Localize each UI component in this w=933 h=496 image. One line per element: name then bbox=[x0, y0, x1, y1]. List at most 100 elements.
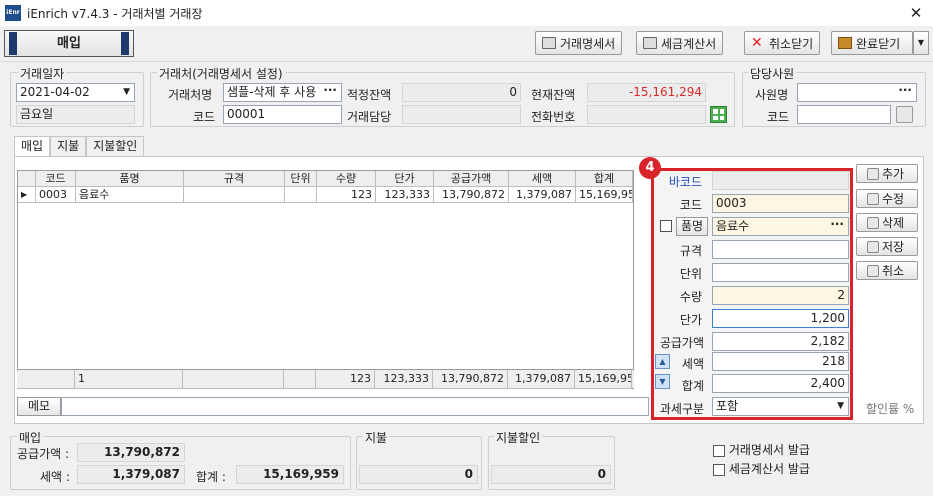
edit-button[interactable]: 수정 bbox=[856, 189, 918, 208]
column-header[interactable]: 합계 bbox=[576, 171, 633, 187]
pencil-icon bbox=[867, 192, 879, 205]
quantity-input[interactable]: 2 bbox=[712, 286, 849, 305]
staff-code-input[interactable] bbox=[797, 105, 891, 124]
column-header[interactable]: 규격 bbox=[184, 171, 285, 187]
unit-input[interactable] bbox=[712, 263, 849, 282]
delete-button[interactable]: 삭제 bbox=[856, 213, 918, 232]
book-icon bbox=[838, 37, 852, 49]
phone-label: 전화번호 bbox=[531, 110, 576, 124]
summary-total-value: 15,169,959 bbox=[236, 465, 344, 484]
tab-purchase[interactable]: 매입 bbox=[14, 136, 51, 157]
client-manager-field bbox=[402, 105, 521, 124]
item-name-field[interactable]: 음료수 ··· bbox=[712, 217, 849, 236]
summary-total-label: 합계 : bbox=[196, 470, 226, 484]
column-header[interactable]: 단가 bbox=[376, 171, 434, 187]
cancel-close-button[interactable]: ✕ 취소닫기 bbox=[744, 31, 821, 55]
mode-indicator: 매입 bbox=[4, 30, 134, 57]
printer-icon bbox=[542, 37, 556, 49]
phone-field bbox=[587, 105, 706, 124]
column-header[interactable]: 세액 bbox=[509, 171, 576, 187]
client-code-input[interactable]: 00001 bbox=[223, 105, 342, 124]
item-grid[interactable]: 코드 품명 규격 단위 수량 단가 공급가액 세액 합계 ▶ 0003 음료수 … bbox=[17, 170, 634, 389]
memo-input[interactable] bbox=[61, 397, 649, 416]
issue-statement-checkbox[interactable]: 거래명세서 발급 bbox=[713, 441, 810, 458]
barcode-input[interactable] bbox=[712, 171, 849, 190]
memo-button[interactable]: 메모 bbox=[17, 397, 61, 416]
trade-date-select[interactable]: 2021-04-02 ▼ bbox=[16, 83, 135, 102]
discount-value: 0 bbox=[491, 465, 611, 484]
cancel-button[interactable]: 취소 bbox=[856, 261, 918, 280]
client-code-label: 코드 bbox=[193, 110, 216, 124]
price-input[interactable]: 1,200 bbox=[712, 309, 849, 328]
callout-badge: 4 bbox=[639, 157, 661, 179]
supply-amount-label: 공급가액 bbox=[659, 336, 704, 350]
unit-label: 단위 bbox=[679, 267, 702, 281]
discount-summary-label: 지불할인 bbox=[494, 429, 543, 446]
total-input[interactable]: 2,400 bbox=[712, 374, 849, 393]
client-group-label: 거래처(거래명세서 설정) bbox=[157, 65, 285, 82]
statement-button[interactable]: 거래명세서 bbox=[535, 31, 623, 55]
tax-type-select[interactable]: 포함 ▼ bbox=[712, 397, 849, 416]
save-icon bbox=[867, 240, 879, 253]
database-icon[interactable] bbox=[896, 106, 913, 123]
tab-payment[interactable]: 지불 bbox=[50, 136, 87, 156]
complete-close-button[interactable]: 완료닫기 bbox=[831, 31, 913, 55]
tab-bar: 매입 지불 지불할인 bbox=[14, 136, 145, 157]
column-header[interactable]: 품명 bbox=[76, 171, 184, 187]
grid-footer: 1 123 123,333 13,790,872 1,379,087 15,16… bbox=[17, 369, 634, 389]
tab-payment-discount[interactable]: 지불할인 bbox=[86, 136, 145, 156]
summary-tax-value: 1,379,087 bbox=[77, 465, 185, 484]
arrow-up-icon[interactable]: ▲ bbox=[655, 354, 670, 369]
summary-supply-value: 13,790,872 bbox=[77, 443, 185, 462]
grid-header: 코드 품명 규격 단위 수량 단가 공급가액 세액 합계 bbox=[18, 171, 633, 187]
column-header[interactable]: 코드 bbox=[36, 171, 76, 187]
chevron-down-icon: ▼ bbox=[123, 87, 130, 97]
app-logo-icon: iEnr bbox=[5, 5, 21, 21]
discount-rate-label: 할인률 % bbox=[866, 402, 915, 416]
chevron-down-icon[interactable]: ▼ bbox=[913, 31, 929, 55]
tax-label: 세액 bbox=[681, 357, 704, 371]
add-button[interactable]: 추가 bbox=[856, 164, 918, 183]
total-label: 합계 bbox=[681, 379, 704, 393]
tax-invoice-button[interactable]: 세금계산서 bbox=[636, 31, 724, 55]
supply-amount-input[interactable]: 2,182 bbox=[712, 332, 849, 351]
trade-date-group-label: 거래일자 bbox=[18, 65, 67, 82]
ellipsis-icon[interactable]: ··· bbox=[323, 84, 337, 99]
table-row[interactable]: ▶ 0003 음료수 123 123,333 13,790,872 1,379,… bbox=[18, 187, 633, 203]
item-name-button[interactable]: 품명 bbox=[676, 217, 708, 236]
save-button[interactable]: 저장 bbox=[856, 237, 918, 256]
payment-value: 0 bbox=[359, 465, 478, 484]
barcode-label[interactable]: 바코드 bbox=[660, 173, 702, 190]
client-name-field[interactable]: 샘플-삭제 후 사용 ··· bbox=[223, 83, 342, 102]
cancel-x-icon: ✕ bbox=[751, 35, 763, 51]
spec-label: 규격 bbox=[679, 244, 702, 258]
issue-tax-invoice-checkbox[interactable]: 세금계산서 발급 bbox=[713, 460, 810, 477]
item-code-input[interactable]: 0003 bbox=[712, 194, 849, 213]
item-name-checkbox[interactable] bbox=[660, 220, 672, 232]
spec-input[interactable] bbox=[712, 240, 849, 259]
opening-balance-label: 적정잔액 bbox=[347, 88, 392, 102]
current-balance-field: -15,161,294 bbox=[587, 83, 706, 102]
summary-supply-label: 공급가액 : bbox=[17, 447, 70, 461]
summary-tax-label: 세액 : bbox=[40, 470, 70, 484]
staff-name-field[interactable]: ··· bbox=[797, 83, 917, 102]
tax-input[interactable]: 218 bbox=[712, 352, 849, 371]
printer-icon bbox=[643, 37, 657, 49]
column-header[interactable]: 공급가액 bbox=[434, 171, 509, 187]
ellipsis-icon[interactable]: ··· bbox=[898, 84, 912, 99]
column-header[interactable]: 단위 bbox=[285, 171, 317, 187]
ellipsis-icon[interactable]: ··· bbox=[830, 218, 844, 233]
arrow-down-icon[interactable]: ▼ bbox=[655, 374, 670, 389]
client-name-label: 거래처명 bbox=[168, 88, 213, 102]
opening-balance-field: 0 bbox=[402, 83, 521, 102]
column-header[interactable]: 수량 bbox=[317, 171, 376, 187]
window-title: iEnrich v7.4.3 - 거래처별 거래장 bbox=[27, 7, 203, 21]
weekday-field: 금요일 bbox=[16, 105, 135, 124]
staff-code-label: 코드 bbox=[767, 110, 790, 124]
close-icon[interactable]: ✕ bbox=[906, 3, 926, 23]
staff-name-label: 사원명 bbox=[755, 88, 789, 102]
quantity-label: 수량 bbox=[679, 290, 702, 304]
price-label: 단가 bbox=[679, 313, 702, 327]
grid-icon[interactable] bbox=[710, 106, 727, 123]
add-icon bbox=[867, 167, 879, 180]
